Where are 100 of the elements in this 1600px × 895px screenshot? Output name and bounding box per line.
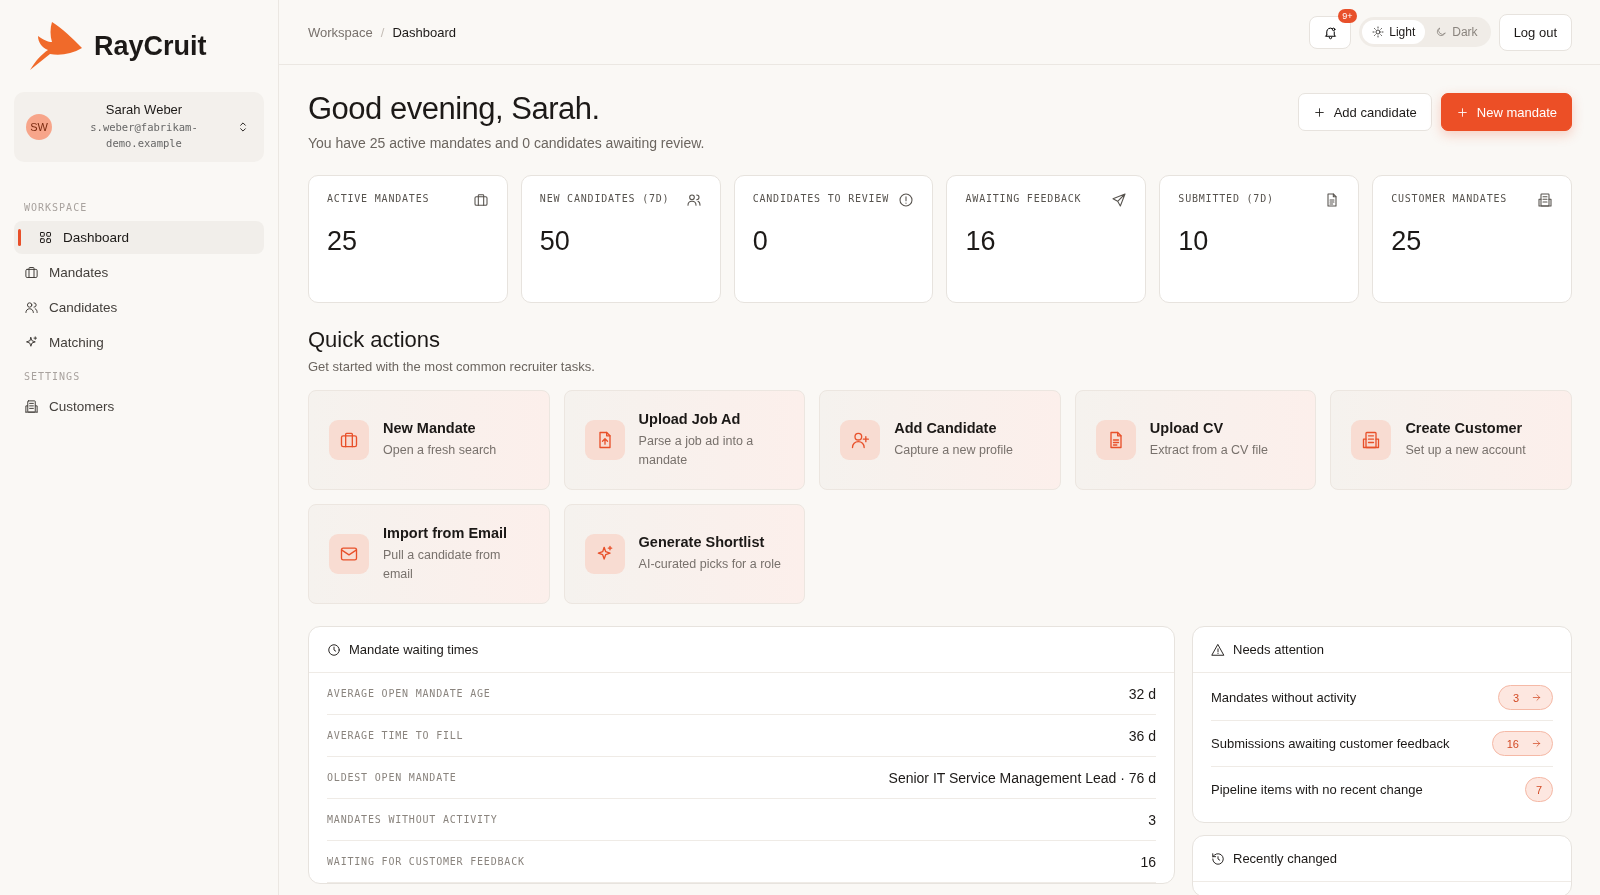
clock-icon: [327, 642, 341, 657]
stat-label: NEW CANDIDATES (7D): [539, 192, 670, 206]
notification-badge: 9+: [1338, 8, 1357, 23]
sun-icon: [1372, 26, 1385, 38]
action-description: Pull a candidate from email: [383, 547, 502, 583]
action-description: Capture a new profile: [894, 442, 1013, 460]
section-title: Quick actions: [308, 327, 442, 353]
theme-option[interactable]: Light: [1362, 20, 1426, 44]
logout-button[interactable]: Log out: [1498, 13, 1572, 51]
secondary-button[interactable]: Add candidate: [1297, 93, 1432, 131]
stat-value: 0: [752, 226, 769, 257]
attention-item: Mandates without activity: [1211, 690, 1357, 705]
stat-label: CUSTOMER MANDATES: [1391, 192, 1508, 206]
metric-label: MANDATES WITHOUT ACTIVITY: [327, 814, 498, 825]
metric-label: OLDEST OPEN MANDATE: [327, 772, 457, 783]
greeting-subtitle: You have 25 active mandates and 0 candidates awaiting review.: [308, 135, 705, 151]
quick-action-card[interactable]: Import from Email Pull a candidate from email: [308, 504, 550, 604]
breadcrumb-separator: /: [380, 24, 385, 40]
metric-value: 16: [1140, 853, 1156, 870]
metric-value: 32 d: [1128, 685, 1156, 702]
arrow-right-icon: [1531, 738, 1542, 749]
stat-value: 50: [539, 226, 571, 257]
quick-action-card[interactable]: Upload CV Extract from a CV file: [1074, 390, 1317, 490]
building-icon: [1537, 192, 1553, 208]
action-title: Add Candidate: [894, 420, 998, 437]
nav-item[interactable]: Customers: [14, 389, 264, 423]
moon-icon: [1435, 26, 1448, 38]
quick-action-card[interactable]: Add Candidate Capture a new profile: [819, 390, 1061, 490]
briefcase-icon: [339, 430, 359, 450]
metric-label: AVERAGE TIME TO FILL: [327, 730, 464, 741]
action-title: Upload CV: [1149, 420, 1225, 437]
section-subtitle: Get started with the most common recruiter tasks.: [308, 359, 596, 374]
action-title: Upload Job Ad: [638, 411, 742, 428]
arrow-right-icon: [1531, 692, 1542, 703]
user-plus-icon: [850, 430, 871, 450]
panel-title: Recently changed: [1233, 851, 1338, 866]
count-pill[interactable]: 16: [1491, 731, 1553, 756]
stat-label: AWAITING FEEDBACK: [965, 192, 1082, 206]
nav-item[interactable]: Matching: [14, 325, 264, 359]
panel-title: Needs attention: [1233, 642, 1325, 657]
action-title: Import from Email: [383, 525, 509, 542]
warning-icon: [1211, 642, 1225, 657]
breadcrumb-link[interactable]: Workspace: [308, 24, 373, 40]
action-description: Open a fresh search: [383, 442, 497, 460]
metric-value: Senior IT Service Management Lead · 76 d: [888, 769, 1156, 786]
briefcase-icon: [472, 192, 489, 208]
count-pill[interactable]: 7: [1525, 777, 1553, 802]
alert-icon: [898, 192, 915, 208]
primary-button[interactable]: New mandate: [1440, 93, 1572, 131]
action-description: Extract from a CV file: [1149, 442, 1268, 460]
action-title: Create Customer: [1405, 420, 1524, 437]
metric-label: WAITING FOR CUSTOMER FEEDBACK: [327, 856, 525, 867]
quick-action-card[interactable]: Upload Job Ad Parse a job ad into a mandate: [563, 390, 806, 490]
stat-label: CANDIDATES TO REVIEW: [752, 192, 890, 206]
stat-value: 25: [1391, 226, 1423, 257]
grid-icon: [38, 229, 53, 245]
metric-value: 3: [1148, 811, 1156, 828]
section-label: SETTINGS: [23, 370, 82, 382]
notifications-button[interactable]: [1309, 15, 1352, 49]
plus-icon: [1312, 105, 1326, 119]
stat-value: 10: [1178, 226, 1210, 257]
building-icon: [24, 398, 39, 414]
action-description: AI-curated picks for a role: [638, 556, 781, 574]
nav-item[interactable]: Dashboard: [14, 220, 264, 254]
stat-value: 25: [327, 226, 359, 257]
brand-name: RayCruit: [94, 30, 207, 62]
quick-action-card[interactable]: New Mandate Open a fresh search: [308, 390, 550, 490]
user-switcher[interactable]: SW Sarah Weber s.weber@fabrikam-demo.example: [14, 92, 264, 162]
plus-icon: [1455, 105, 1469, 119]
breadcrumb-link[interactable]: Dashboard: [392, 24, 457, 40]
action-description: Parse a job ad into a mandate: [638, 433, 755, 469]
quick-action-card[interactable]: Create Customer Set up a new account: [1330, 390, 1572, 490]
quick-action-card[interactable]: Generate Shortlist AI-curated picks for a role: [563, 504, 806, 604]
user-email: s.weber@fabrikam-demo.example: [89, 120, 199, 151]
stat-label: ACTIVE MANDATES: [327, 192, 430, 206]
user-name: Sarah Weber: [105, 102, 183, 117]
send-icon: [1111, 192, 1128, 208]
panel-title: Mandate waiting times: [349, 642, 479, 657]
count-pill[interactable]: 3: [1497, 685, 1553, 710]
action-title: Generate Shortlist: [638, 534, 766, 551]
stat-label: SUBMITTED (7D): [1178, 192, 1274, 206]
action-description: Set up a new account: [1405, 442, 1526, 460]
attention-item: Pipeline items with no recent change: [1211, 782, 1423, 797]
sparkle-icon: [24, 334, 39, 350]
users-icon: [24, 299, 39, 315]
building-icon: [1361, 430, 1382, 450]
metric-label: AVERAGE OPEN MANDATE AGE: [327, 688, 491, 699]
nav-item[interactable]: Mandates: [14, 255, 264, 289]
nav-item[interactable]: Candidates: [14, 290, 264, 324]
attention-item: Submissions awaiting customer feedback: [1211, 736, 1450, 751]
greeting-title: Good evening, Sarah.: [308, 91, 601, 127]
section-label: WORKSPACE: [23, 201, 89, 213]
user-avatar: SW: [26, 113, 52, 140]
stat-value: 16: [965, 226, 997, 257]
metric-value: 36 d: [1128, 727, 1156, 744]
bell-icon: [1322, 24, 1338, 40]
users-icon: [685, 192, 702, 208]
briefcase-icon: [24, 264, 39, 280]
history-icon: [1211, 851, 1225, 866]
action-title: New Mandate: [383, 420, 477, 437]
